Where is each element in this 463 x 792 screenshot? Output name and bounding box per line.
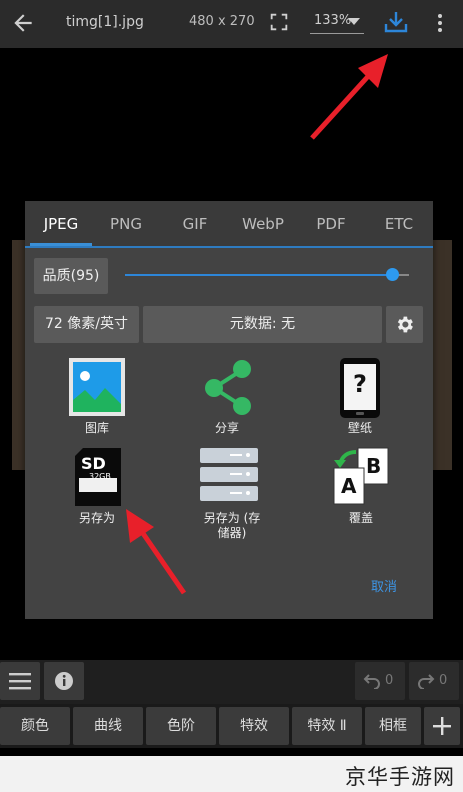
overwrite-b-glyph: B xyxy=(366,454,382,478)
tools-bar: 颜色 曲线 色阶 特效 特效 Ⅱ 相框 xyxy=(0,704,463,748)
gallery-option[interactable]: 图库 xyxy=(67,358,127,438)
back-arrow-icon[interactable] xyxy=(10,10,36,36)
save-as-option[interactable]: SD 32GB 另存为 xyxy=(67,448,127,528)
metadata-button[interactable]: 元数据: 无 xyxy=(143,306,382,343)
tool-frame[interactable]: 相框 xyxy=(365,707,421,745)
quality-slider-remainder xyxy=(399,274,409,276)
redo-count: 0 xyxy=(439,673,448,688)
settings-button[interactable] xyxy=(386,306,423,343)
tool-levels[interactable]: 色阶 xyxy=(146,707,216,745)
more-vert-icon[interactable] xyxy=(430,12,450,34)
tab-webp[interactable]: WebP xyxy=(232,201,294,247)
undo-icon xyxy=(363,674,380,689)
quality-slider-thumb[interactable] xyxy=(386,268,399,281)
redo-icon xyxy=(418,674,435,689)
top-app-bar: timg[1].jpg 480 x 270 133% xyxy=(0,0,463,48)
sd-card-size: 32GB xyxy=(89,472,111,481)
plus-icon xyxy=(433,717,451,735)
undo-button[interactable]: 0 xyxy=(355,662,405,700)
gear-icon xyxy=(397,316,413,333)
wallpaper-label: 壁纸 xyxy=(347,421,372,435)
hamburger-menu-icon xyxy=(9,673,31,690)
watermark-bar: 京华手游网 xyxy=(0,756,463,792)
overwrite-label: 覆盖 xyxy=(348,511,373,525)
menu-button[interactable] xyxy=(0,662,40,700)
share-option[interactable]: 分享 xyxy=(197,358,257,438)
file-name: timg[1].jpg xyxy=(66,14,144,30)
tab-etc[interactable]: ETC xyxy=(368,201,430,247)
image-dimensions: 480 x 270 xyxy=(189,14,255,29)
save-as-label: 另存为 xyxy=(78,511,115,525)
action-bar: 0 0 xyxy=(0,660,463,704)
zoom-value: 133% xyxy=(314,13,352,28)
tab-gif[interactable]: GIF xyxy=(164,201,226,247)
info-icon xyxy=(55,672,73,690)
overwrite-option[interactable]: B A 覆盖 xyxy=(328,446,394,526)
tab-jpeg[interactable]: JPEG xyxy=(30,201,92,247)
share-icon xyxy=(205,360,251,415)
undo-count: 0 xyxy=(385,673,394,688)
info-button[interactable] xyxy=(44,662,84,700)
tab-png[interactable]: PNG xyxy=(95,201,157,247)
redo-button[interactable]: 0 xyxy=(409,662,459,700)
cancel-button[interactable]: 取消 xyxy=(371,576,397,595)
watermark-text: 京华手游网 xyxy=(345,765,455,789)
gallery-label: 图库 xyxy=(84,421,109,435)
chevron-down-icon xyxy=(348,18,360,25)
share-label: 分享 xyxy=(214,421,239,435)
download-icon[interactable] xyxy=(382,8,410,36)
format-tabs: JPEG PNG GIF WebP PDF ETC xyxy=(25,201,433,248)
red-arrow-annotation-top xyxy=(310,54,388,140)
fullscreen-icon[interactable] xyxy=(268,11,290,33)
tabs-divider xyxy=(25,246,433,248)
wallpaper-option[interactable]: ? 壁纸 xyxy=(330,358,390,438)
overwrite-a-glyph: A xyxy=(341,474,357,498)
server-storage-icon xyxy=(200,448,258,501)
save-dialog: JPEG PNG GIF WebP PDF ETC 品质(95) 72 像素/英… xyxy=(25,201,433,619)
wallpaper-glyph: ? xyxy=(353,370,367,398)
tool-color[interactable]: 颜色 xyxy=(0,707,70,745)
add-tool-button[interactable] xyxy=(424,707,460,745)
tool-curves[interactable]: 曲线 xyxy=(73,707,143,745)
quality-button[interactable]: 品质(95) xyxy=(34,258,108,294)
quality-slider[interactable] xyxy=(125,274,409,276)
gallery-image-icon xyxy=(69,358,125,416)
scroll-hint xyxy=(0,748,463,756)
overwrite-ab-icon xyxy=(333,447,389,505)
dpi-button[interactable]: 72 像素/英寸 xyxy=(34,306,139,343)
save-as-storage-label: 另存为 (存 储器) xyxy=(203,511,261,540)
zoom-dropdown[interactable]: 133% xyxy=(310,12,364,34)
red-arrow-annotation-bottom xyxy=(126,509,187,595)
sd-card-text: SD xyxy=(81,454,106,473)
tool-effects[interactable]: 特效 xyxy=(219,707,289,745)
tool-effects-2[interactable]: 特效 Ⅱ xyxy=(292,707,362,745)
save-as-storage-option[interactable]: 另存为 (存 储器) xyxy=(192,448,272,544)
tab-pdf[interactable]: PDF xyxy=(300,201,362,247)
